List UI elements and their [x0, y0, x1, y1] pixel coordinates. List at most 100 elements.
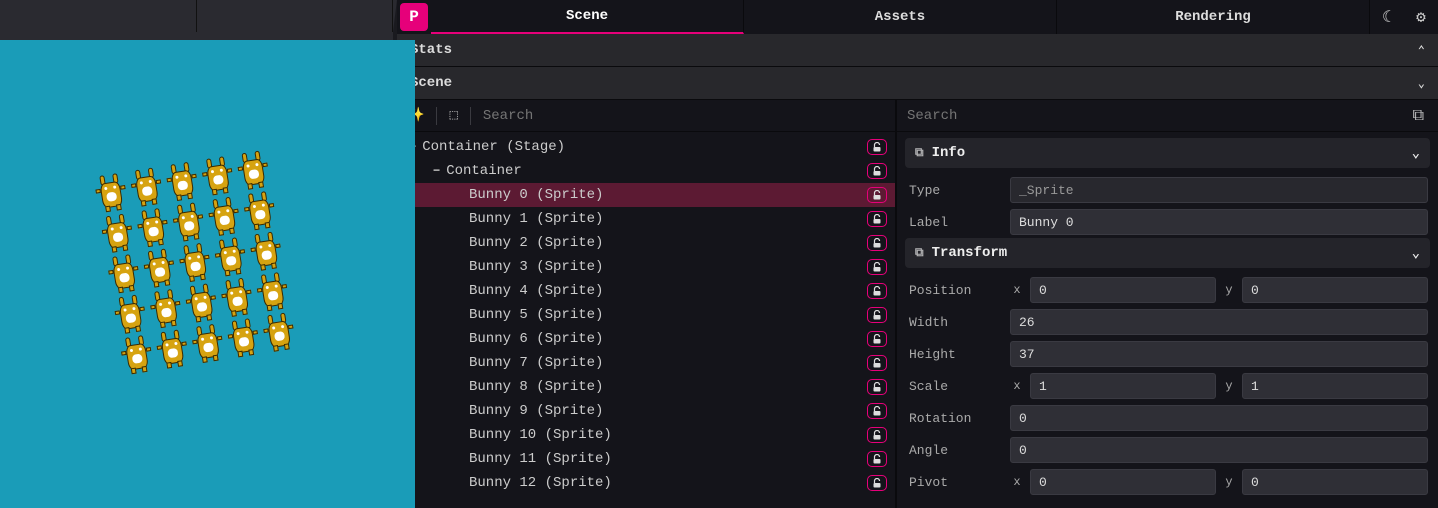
bunny-sprite[interactable] [95, 172, 126, 213]
bunny-grid [90, 147, 300, 378]
group-transform-label: Transform [932, 245, 1008, 261]
tab-assets[interactable]: Assets [744, 0, 1057, 34]
input-pivot-y[interactable] [1242, 469, 1428, 495]
render-canvas[interactable] [0, 40, 415, 508]
tree-item-sprite[interactable]: Bunny 8 (Sprite) [397, 375, 895, 399]
tree-item-container[interactable]: −Container [397, 159, 895, 183]
section-stats[interactable]: Stats ⌃ [397, 34, 1438, 67]
unlock-icon[interactable] [867, 451, 887, 467]
bunny-sprite[interactable] [186, 283, 217, 324]
unlock-icon[interactable] [867, 355, 887, 371]
unlock-icon[interactable] [867, 283, 887, 299]
axis-y: y [1222, 475, 1236, 489]
tree-item-sprite[interactable]: Bunny 5 (Sprite) [397, 303, 895, 327]
settings-icon[interactable]: ⚙ [1404, 0, 1438, 34]
tree-toolbar: ✨ ⬚ [397, 100, 895, 132]
field-scale: Scale x y [905, 370, 1430, 402]
collapse-icon[interactable]: − [433, 164, 440, 178]
tree-search-input[interactable] [483, 108, 885, 124]
bunny-sprite[interactable] [221, 277, 252, 318]
input-height[interactable] [1010, 341, 1428, 367]
bunny-sprite[interactable] [144, 248, 175, 289]
bunny-sprite[interactable] [257, 271, 288, 312]
unlock-icon[interactable] [867, 427, 887, 443]
scene-tree[interactable]: −Container (Stage)−ContainerBunny 0 (Spr… [397, 132, 895, 508]
input-rotation[interactable] [1010, 405, 1428, 431]
bunny-sprite[interactable] [250, 231, 281, 272]
bunny-sprite[interactable] [173, 202, 204, 243]
tree-item-sprite[interactable]: Bunny 10 (Sprite) [397, 423, 895, 447]
input-width[interactable] [1010, 309, 1428, 335]
bounding-box-icon[interactable]: ⬚ [449, 107, 457, 124]
tree-item-sprite[interactable]: Bunny 9 (Sprite) [397, 399, 895, 423]
tree-item-sprite[interactable]: Bunny 6 (Sprite) [397, 327, 895, 351]
tree-item-sprite[interactable]: Bunny 11 (Sprite) [397, 447, 895, 471]
unlock-icon[interactable] [867, 331, 887, 347]
chevron-up-icon: ⌃ [1418, 43, 1425, 58]
tree-item-sprite[interactable]: Bunny 1 (Sprite) [397, 207, 895, 231]
bunny-sprite[interactable] [215, 237, 246, 278]
bunny-sprite[interactable] [263, 312, 294, 353]
tab-rendering[interactable]: Rendering [1057, 0, 1370, 34]
axis-x: x [1010, 379, 1024, 393]
separator [436, 107, 437, 125]
bunny-sprite[interactable] [228, 318, 259, 359]
tree-item-sprite[interactable]: Bunny 2 (Sprite) [397, 231, 895, 255]
bunny-sprite[interactable] [102, 213, 133, 254]
copy-icon[interactable]: ⧉ [1409, 107, 1428, 125]
bunny-sprite[interactable] [202, 156, 233, 197]
unlock-icon[interactable] [867, 307, 887, 323]
theme-toggle-icon[interactable]: ☾ [1370, 0, 1404, 34]
unlock-icon[interactable] [867, 187, 887, 203]
unlock-icon[interactable] [867, 259, 887, 275]
properties-panel: ⧉ ⧉Info ⌄ Type Label [897, 100, 1438, 508]
bunny-sprite[interactable] [244, 190, 275, 231]
bunny-sprite[interactable] [166, 161, 197, 202]
axis-y: y [1222, 283, 1236, 297]
bunny-sprite[interactable] [137, 207, 168, 248]
unlock-icon[interactable] [867, 475, 887, 491]
section-scene[interactable]: Scene ⌄ [397, 67, 1438, 100]
tree-item-sprite[interactable]: Bunny 3 (Sprite) [397, 255, 895, 279]
properties-list: ⧉Info ⌄ Type Label ⧉Transfor [897, 132, 1438, 508]
field-type: Type [905, 174, 1430, 206]
input-scale-y[interactable] [1242, 373, 1428, 399]
bunny-sprite[interactable] [108, 253, 139, 294]
unlock-icon[interactable] [867, 139, 887, 155]
bunny-sprite[interactable] [238, 150, 269, 191]
tree-item-sprite[interactable]: Bunny 7 (Sprite) [397, 351, 895, 375]
input-scale-x[interactable] [1030, 373, 1216, 399]
tree-item-stage[interactable]: −Container (Stage) [397, 135, 895, 159]
group-info-header[interactable]: ⧉Info ⌄ [905, 138, 1430, 168]
bunny-sprite[interactable] [131, 167, 162, 208]
field-width: Width [905, 306, 1430, 338]
tree-item-sprite[interactable]: Bunny 4 (Sprite) [397, 279, 895, 303]
props-search-input[interactable] [907, 108, 1397, 124]
bunny-sprite[interactable] [192, 323, 223, 364]
field-label: Label [905, 206, 1430, 238]
tree-item-sprite[interactable]: Bunny 12 (Sprite) [397, 471, 895, 495]
unlock-icon[interactable] [867, 403, 887, 419]
unlock-icon[interactable] [867, 235, 887, 251]
unlock-icon[interactable] [867, 163, 887, 179]
stack-icon: ⧉ [915, 146, 924, 160]
tree-item-sprite[interactable]: Bunny 0 (Sprite) [397, 183, 895, 207]
bunny-sprite[interactable] [150, 288, 181, 329]
tab-scene[interactable]: Scene [431, 0, 744, 34]
input-label[interactable] [1010, 209, 1428, 235]
input-pivot-x[interactable] [1030, 469, 1216, 495]
unlock-icon[interactable] [867, 379, 887, 395]
bunny-sprite[interactable] [179, 242, 210, 283]
bunny-sprite[interactable] [115, 294, 146, 335]
input-position-x[interactable] [1030, 277, 1216, 303]
axis-x: x [1010, 283, 1024, 297]
top-bar: P Scene Assets Rendering ☾ ⚙ [397, 0, 1438, 34]
bunny-sprite[interactable] [121, 334, 152, 375]
group-transform-header[interactable]: ⧉Transform ⌄ [905, 238, 1430, 268]
unlock-icon[interactable] [867, 211, 887, 227]
bunny-sprite[interactable] [208, 196, 239, 237]
input-position-y[interactable] [1242, 277, 1428, 303]
input-angle[interactable] [1010, 437, 1428, 463]
bunny-sprite[interactable] [157, 329, 188, 370]
label-type: Type [907, 183, 1002, 198]
